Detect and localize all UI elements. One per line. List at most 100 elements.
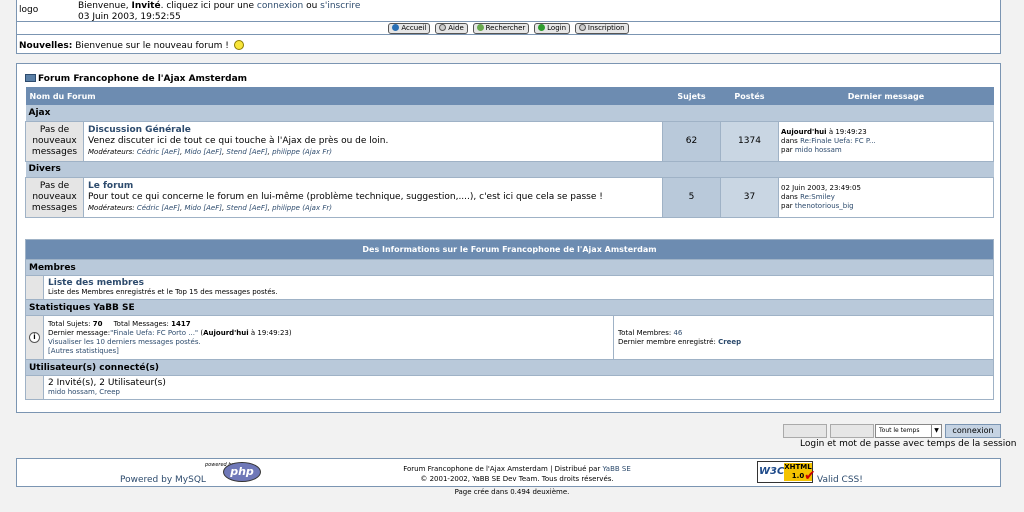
yabb-link[interactable]: YaBB SE [602, 465, 630, 473]
nav-register-button[interactable]: Inscription [574, 23, 629, 34]
info-center-table: Des Informations sur le Forum Francophon… [25, 239, 994, 400]
online-row: 2 Invité(s), 2 Utilisateur(s) mido hossa… [25, 375, 994, 400]
moderator-link[interactable]: philippe (Ajax Fr) [272, 148, 332, 156]
board-link[interactable]: Le forum [88, 181, 133, 191]
checkmark-icon: ✔ [804, 468, 816, 484]
username-input[interactable] [783, 424, 827, 438]
stats-category: Statistiques YaBB SE [25, 299, 994, 316]
forum-panel: Forum Francophone de l'Ajax Amsterdam No… [16, 63, 1001, 413]
moderator-link[interactable]: philippe (Ajax Fr) [272, 204, 332, 212]
last-poster-link[interactable]: thenotorious_big [795, 202, 854, 210]
board-row: Pas de nouveaux messages Discussion Géné… [25, 120, 994, 162]
board-info: Discussion Générale Venez discuter ici d… [83, 120, 663, 162]
view-last10-link[interactable]: Visualiser les 10 derniers messages post… [48, 338, 201, 346]
last-message-link[interactable]: "Finale Uefa: FC Porto ..." [110, 329, 198, 337]
login-caption: Login et mot de passe avec temps de la s… [800, 439, 1017, 449]
chevron-down-icon: ▼ [931, 425, 941, 437]
password-input[interactable] [830, 424, 874, 438]
last-post-link[interactable]: Re:Smiley [800, 193, 835, 201]
board-row: Pas de nouveaux messages Le forum Pour t… [25, 176, 994, 218]
online-category: Utilisateur(s) connecté(s) [25, 359, 994, 376]
help-icon [439, 24, 447, 31]
copyright: Forum Francophone de l'Ajax Amsterdam | … [403, 465, 631, 483]
home-icon [392, 24, 400, 31]
search-icon [476, 24, 484, 31]
guest-name: Invité [131, 1, 161, 11]
category-row-divers: Divers [25, 161, 994, 177]
col-posts: Postés [734, 91, 765, 101]
php-logo[interactable]: php [223, 462, 261, 482]
moderator-link[interactable]: Cédric [AeF] [137, 148, 180, 156]
board-posts: 1374 [720, 120, 779, 162]
nav-home-button[interactable]: Accueil [388, 23, 431, 34]
board-table-header: Nom du Forum Sujets Postés Dernier messa… [25, 87, 994, 105]
moderators: Modérateurs: Cédric [AeF], Mido [AeF], S… [88, 147, 332, 156]
last-post-link[interactable]: Re:Finale Uefa: FC P... [800, 137, 876, 145]
col-topics: Sujets [677, 91, 706, 101]
board-desc: Venez discuter ici de tout ce qui touche… [88, 135, 389, 146]
info-center-title: Des Informations sur le Forum Francophon… [25, 239, 994, 260]
nav-login-button[interactable]: Login [534, 23, 571, 34]
login-icon [538, 24, 546, 31]
stats-left: Total Sujets: 70 Total Messages: 1417 De… [43, 315, 614, 360]
other-stats-link[interactable]: [Autres statistiques] [48, 347, 119, 355]
news-text: Bienvenue sur le nouveau forum ! [75, 41, 229, 51]
nav-bar: Accueil Aide Rechercher Login Inscriptio… [17, 21, 1000, 35]
footer-panel: Powered by MySQL powered by php Forum Fr… [16, 458, 1001, 487]
forum-title[interactable]: Forum Francophone de l'Ajax Amsterdam [25, 74, 247, 84]
header-panel: logo Bienvenue, Invité. cliquez ici pour… [16, 0, 1001, 54]
nav-help-button[interactable]: Aide [435, 23, 468, 34]
info-center-header: Des Informations sur le Forum Francophon… [25, 239, 994, 260]
total-members[interactable]: 46 [673, 329, 682, 337]
header-row: logo Bienvenue, Invité. cliquez ici pour… [17, 0, 1000, 22]
board-table: Nom du Forum Sujets Postés Dernier messa… [25, 87, 994, 218]
moderator-link[interactable]: Mido [AeF] [184, 148, 222, 156]
nav-search-button[interactable]: Rechercher [472, 23, 530, 34]
login-button[interactable]: connexion [945, 424, 1001, 438]
logo: logo [19, 5, 39, 15]
news-line: Nouvelles: Bienvenue sur le nouveau foru… [19, 40, 244, 51]
last-poster-link[interactable]: mido hossam [795, 146, 842, 154]
category-name[interactable]: Divers [26, 161, 994, 177]
register-link[interactable]: s'inscrire [320, 1, 360, 11]
members-category: Membres [25, 259, 994, 276]
stats-right: Total Membres: 46 Dernier membre enregis… [613, 315, 994, 360]
moderator-link[interactable]: Stend [AeF] [226, 204, 267, 212]
board-topics: 62 [662, 120, 721, 162]
category-name[interactable]: Ajax [26, 105, 994, 121]
board-topics: 5 [662, 176, 721, 218]
moderator-link[interactable]: Cédric [AeF] [137, 204, 180, 212]
valid-css-link[interactable]: Valid CSS! [817, 475, 863, 485]
total-topics: 70 [92, 319, 103, 328]
powered-by-mysql-link[interactable]: Powered by MySQL [120, 475, 206, 485]
board-desc: Pour tout ce qui concerne le forum en lu… [88, 191, 603, 202]
stats-row: i Total Sujets: 70 Total Messages: 1417 … [25, 315, 994, 360]
folder-icon [25, 74, 36, 82]
members-desc: Liste des Membres enregistrés et le Top … [48, 287, 278, 296]
board-link[interactable]: Discussion Générale [88, 125, 191, 135]
w3c-xhtml-badge[interactable]: W3C XHTML 1.0 ✔ [757, 461, 816, 484]
login-link[interactable]: connexion [257, 1, 303, 11]
category-row-ajax: Ajax [25, 105, 994, 121]
smiley-icon [233, 40, 244, 50]
online-count: 2 Invité(s), 2 Utilisateur(s) [48, 377, 166, 388]
board-status: Pas de nouveaux messages [25, 120, 84, 162]
total-messages: 1417 [171, 319, 191, 328]
quick-login: Tout le temps ▼ connexion [783, 424, 1003, 440]
members-row: Liste des membres Liste des Membres enre… [25, 275, 994, 300]
session-length-select[interactable]: Tout le temps ▼ [875, 424, 942, 438]
board-last-post: Aujourd'hui à 19:49:23 dans Re:Finale Ue… [778, 120, 994, 162]
moderator-link[interactable]: Stend [AeF] [226, 148, 267, 156]
board-posts: 37 [720, 176, 779, 218]
board-last-post: 02 Juin 2003, 23:49:05 dans Re:Smiley pa… [778, 176, 994, 218]
board-status: Pas de nouveaux messages [25, 176, 84, 218]
page-generation-time: Page crée dans 0.494 deuxième. [454, 488, 570, 496]
board-info: Le forum Pour tout ce qui concerne le fo… [83, 176, 663, 218]
moderators: Modérateurs: Cédric [AeF], Mido [AeF], S… [88, 203, 332, 212]
online-users[interactable]: mido hossam, Creep [48, 388, 120, 396]
last-member-link[interactable]: Creep [718, 338, 741, 346]
col-last-message: Dernier message [847, 91, 925, 101]
news-label: Nouvelles: [19, 41, 73, 51]
members-list-link[interactable]: Liste des membres [48, 278, 144, 288]
moderator-link[interactable]: Mido [AeF] [184, 204, 222, 212]
